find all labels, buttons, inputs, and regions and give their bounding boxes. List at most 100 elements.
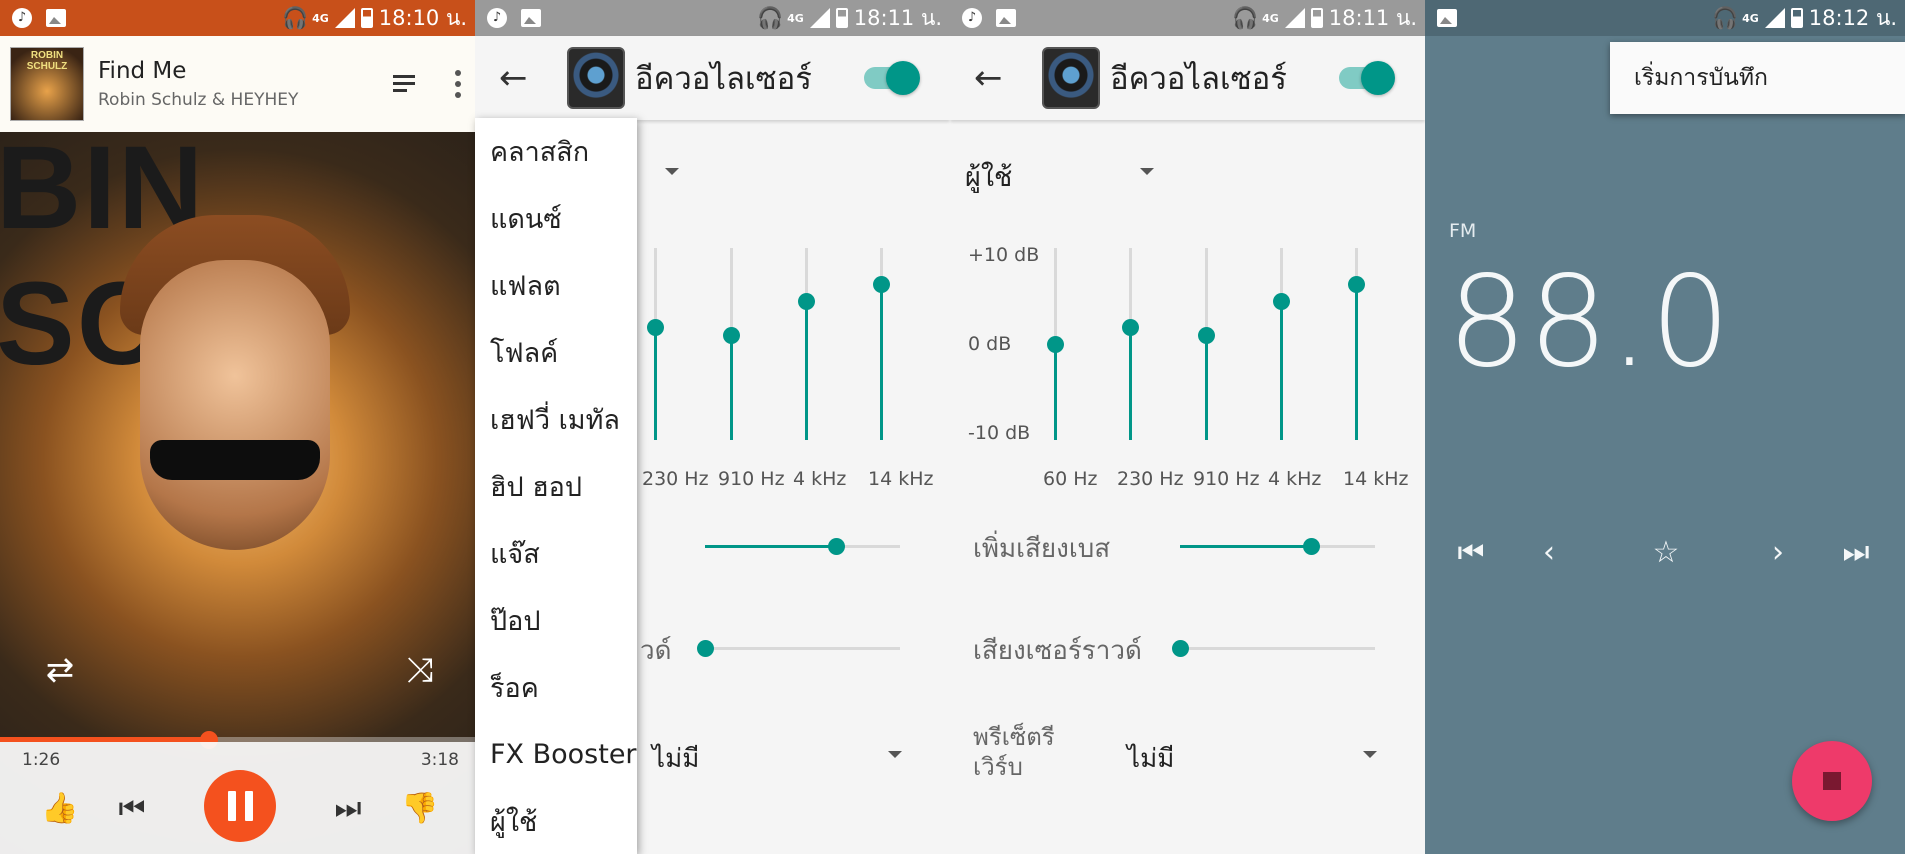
- song-title: Find Me: [98, 58, 187, 84]
- signal-icon: [1284, 8, 1305, 28]
- eq-band-230[interactable]: [647, 248, 664, 440]
- preset-menu-item[interactable]: ผู้ใช้: [475, 788, 637, 854]
- tune-up-icon[interactable]: ›: [1756, 530, 1800, 574]
- headphones-icon: 🎧: [1232, 5, 1259, 30]
- eq-band-4k[interactable]: [798, 248, 815, 440]
- thumbs-up-icon[interactable]: 👍: [34, 782, 86, 834]
- surround-handle[interactable]: [1172, 640, 1189, 657]
- eq-band-handle[interactable]: [647, 318, 664, 336]
- playback-controls: 1:26 3:18 👍 ⏮ ⏭ 👎: [0, 742, 475, 854]
- freq-label: 4 kHz: [1268, 468, 1322, 490]
- eq-band-handle[interactable]: [1122, 318, 1139, 336]
- preset-menu-item[interactable]: แจ๊ส: [475, 520, 637, 587]
- bass-boost-handle[interactable]: [1302, 538, 1320, 555]
- equalizer-speaker-icon: [1042, 47, 1100, 109]
- tune-down-icon[interactable]: ‹: [1527, 530, 1571, 574]
- eq-band-14k[interactable]: [1348, 248, 1365, 440]
- preset-menu-item[interactable]: ฮิป ฮอป: [475, 453, 637, 520]
- pause-button[interactable]: [204, 770, 276, 842]
- preset-menu-item[interactable]: แฟลต: [475, 252, 637, 319]
- eq-band-910[interactable]: [1198, 248, 1215, 440]
- back-arrow-icon[interactable]: ←: [475, 58, 535, 98]
- battery-icon: [360, 8, 373, 28]
- thumbs-down-icon[interactable]: 👎: [394, 782, 446, 834]
- eq-band-230[interactable]: [1122, 248, 1139, 440]
- seek-previous-icon[interactable]: ⏮: [1449, 530, 1493, 574]
- bass-boost-slider[interactable]: [705, 538, 900, 555]
- repeat-icon[interactable]: ⇄: [40, 650, 80, 690]
- back-arrow-icon[interactable]: ←: [950, 58, 1010, 98]
- now-playing-header[interactable]: ROBIN SCHULZ Find Me Robin Schulz & HEYH…: [0, 36, 475, 132]
- eq-band-60[interactable]: [1047, 248, 1064, 440]
- stop-recording-button[interactable]: [1792, 741, 1872, 821]
- previous-track-icon[interactable]: ⏮: [106, 782, 158, 834]
- reverb-value[interactable]: ไม่มี: [1127, 738, 1174, 779]
- freq-label: 4 kHz: [793, 468, 847, 490]
- preset-menu: คลาสสิก แดนซ์ แฟลต โฟลค์ เฮฟวี่ เมทัล ฮิป ฮอป…: [475, 118, 637, 854]
- headphones-icon: 🎧: [1712, 5, 1739, 30]
- elapsed-time: 1:26: [22, 750, 61, 770]
- preset-menu-item[interactable]: คลาสสิก: [475, 118, 637, 185]
- preset-dropdown-arrow[interactable]: [665, 168, 679, 175]
- preset-menu-item[interactable]: FX Booster: [475, 721, 637, 788]
- equalizer-toggle[interactable]: [864, 61, 920, 95]
- toolbar: ← อีควอไลเซอร์: [950, 36, 1425, 120]
- eq-band-910[interactable]: [723, 248, 740, 440]
- preset-menu-item[interactable]: ร็อค: [475, 654, 637, 721]
- music-note-icon: ♪: [12, 8, 32, 28]
- db-label-zero: 0 dB: [968, 333, 1012, 355]
- eq-band-handle[interactable]: [873, 275, 890, 293]
- battery-icon: [1310, 8, 1323, 28]
- image-icon: [46, 9, 66, 27]
- db-label-max: +10 dB: [968, 244, 1040, 266]
- eq-band-handle[interactable]: [798, 293, 815, 310]
- surround-slider[interactable]: [1172, 640, 1375, 657]
- eq-band-handle[interactable]: [723, 327, 740, 345]
- eq-band-handle[interactable]: [1198, 327, 1215, 345]
- surround-slider[interactable]: [697, 640, 900, 657]
- preset-dropdown-arrow[interactable]: [1140, 168, 1154, 175]
- preset-menu-item[interactable]: เฮฟวี่ เมทัล: [475, 386, 637, 453]
- favorite-star-icon[interactable]: ☆: [1644, 530, 1688, 574]
- stop-icon: [1823, 772, 1841, 790]
- preset-menu-item[interactable]: แดนซ์: [475, 185, 637, 252]
- preset-menu-item[interactable]: โฟลค์: [475, 319, 637, 386]
- reverb-dropdown-arrow[interactable]: [1363, 751, 1377, 758]
- reverb-value[interactable]: ไม่มี: [652, 738, 699, 779]
- network-type: 4G: [1262, 11, 1279, 25]
- eq-band-handle[interactable]: [1348, 275, 1365, 293]
- start-recording-menu-item[interactable]: เริ่มการบันทึก: [1610, 42, 1905, 114]
- eq-band-handle[interactable]: [1047, 336, 1064, 353]
- surround-handle[interactable]: [697, 640, 714, 657]
- battery-icon: [1790, 8, 1803, 28]
- freq-label: 230 Hz: [642, 468, 709, 490]
- equalizer-toggle[interactable]: [1339, 61, 1395, 95]
- preset-menu-item[interactable]: ป๊อป: [475, 587, 637, 654]
- eq-band-14k[interactable]: [873, 248, 890, 440]
- more-options-icon[interactable]: [455, 70, 461, 98]
- seek-next-icon[interactable]: ⏭: [1834, 530, 1878, 574]
- surround-label: เสียงเซอร์ราวด์: [973, 636, 1142, 666]
- toolbar: ← อีควอไลเซอร์: [475, 36, 950, 120]
- eq-band-4k[interactable]: [1273, 248, 1290, 440]
- clock: 18:11 น.: [853, 5, 942, 30]
- next-track-icon[interactable]: ⏭: [322, 782, 374, 834]
- shuffle-icon[interactable]: ⤨: [400, 650, 440, 690]
- image-icon: [521, 9, 541, 27]
- bass-boost-handle[interactable]: [827, 538, 845, 555]
- album-thumbnail[interactable]: ROBIN SCHULZ: [10, 47, 84, 121]
- freq-label: 910 Hz: [1193, 468, 1260, 490]
- reverb-dropdown-arrow[interactable]: [888, 751, 902, 758]
- signal-icon: [809, 8, 830, 28]
- eq-band-handle[interactable]: [1273, 293, 1290, 310]
- status-bar: ♪ 🎧 4G 18:11 น.: [475, 0, 950, 36]
- bass-boost-slider[interactable]: [1180, 538, 1375, 555]
- equalizer-speaker-icon: [567, 47, 625, 109]
- network-type: 4G: [1742, 11, 1759, 25]
- band-label: FM: [1449, 220, 1477, 242]
- status-bar: 🎧 4G 18:12 น.: [1425, 0, 1905, 36]
- queue-icon[interactable]: [393, 73, 419, 95]
- clock: 18:10 น.: [378, 5, 467, 30]
- signal-icon: [1764, 8, 1785, 28]
- preset-selector[interactable]: ผู้ใช้: [965, 155, 1012, 198]
